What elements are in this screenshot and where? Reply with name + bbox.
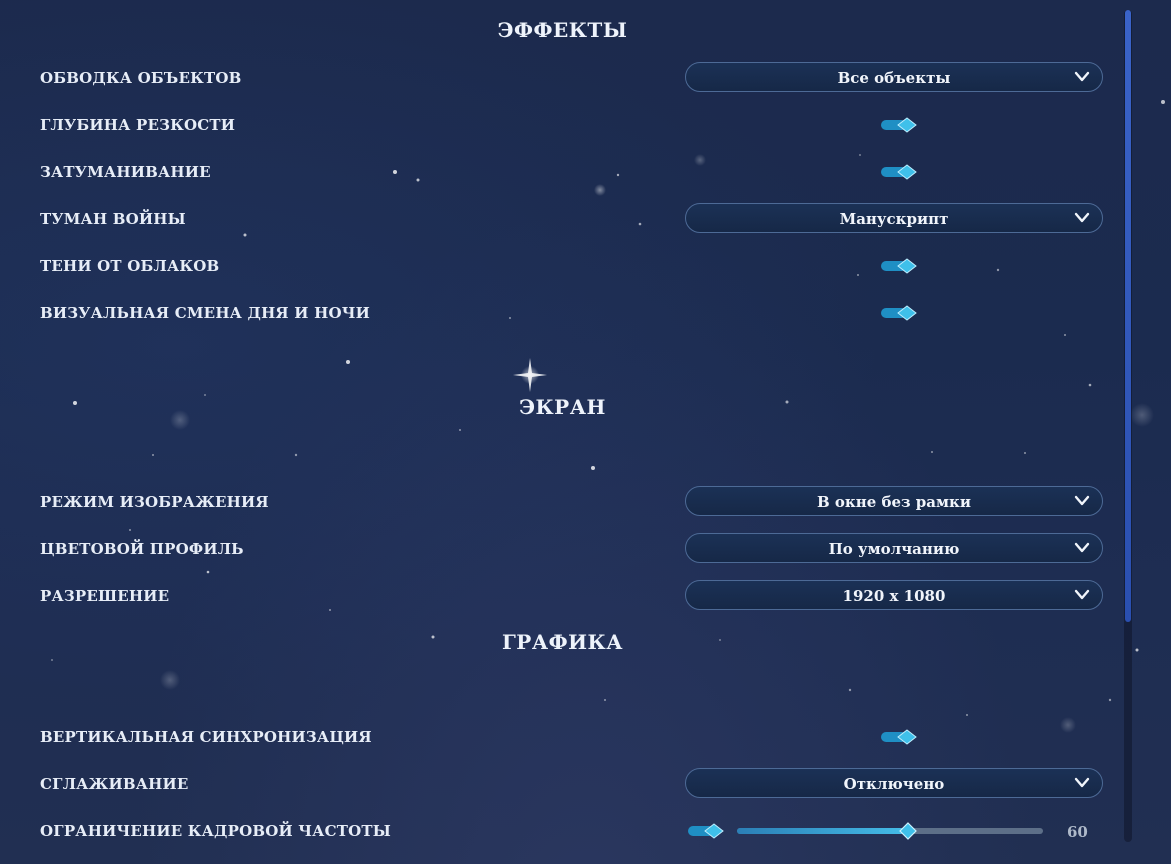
setting-label-antialiasing: СГЛАЖИВАНИЕ: [40, 775, 189, 793]
setting-label-day-night-cycle: ВИЗУАЛЬНАЯ СМЕНА ДНЯ И НОЧИ: [40, 304, 370, 322]
display-mode-dropdown[interactable]: В окне без рамки: [685, 486, 1103, 516]
chevron-down-icon: [1074, 71, 1090, 82]
antialiasing-dropdown[interactable]: Отключено: [685, 768, 1103, 798]
setting-label-vsync: ВЕРТИКАЛЬНАЯ СИНХРОНИЗАЦИЯ: [40, 728, 372, 746]
dropdown-value: По умолчанию: [828, 540, 960, 558]
section-title-effects: ЭФФЕКТЫ: [497, 18, 628, 42]
chevron-down-icon: [1074, 495, 1090, 506]
chevron-down-icon: [1074, 777, 1090, 788]
setting-label-color-profile: ЦВЕТОВОЙ ПРОФИЛЬ: [40, 540, 244, 558]
frame-rate-limit-toggle[interactable]: [687, 823, 727, 839]
day-night-cycle-toggle[interactable]: [880, 305, 920, 321]
depth-of-field-toggle[interactable]: [880, 117, 920, 133]
dropdown-value: В окне без рамки: [816, 493, 972, 511]
object-outline-dropdown[interactable]: Все объекты: [685, 62, 1103, 92]
setting-label-fog-of-war: ТУМАН ВОЙНЫ: [40, 210, 186, 228]
resolution-dropdown[interactable]: 1920 x 1080: [685, 580, 1103, 610]
scrollbar[interactable]: [1124, 10, 1132, 842]
frame-rate-slider-fill: [737, 828, 909, 834]
section-title-screen: ЭКРАН: [519, 395, 606, 419]
vsync-toggle[interactable]: [880, 729, 920, 745]
frame-rate-slider-track[interactable]: [737, 822, 1043, 840]
scrollbar-thumb[interactable]: [1125, 10, 1131, 622]
color-profile-dropdown[interactable]: По умолчанию: [685, 533, 1103, 563]
frame-rate-slider-value: 60: [1067, 823, 1088, 841]
setting-label-blur: ЗАТУМАНИВАНИЕ: [40, 163, 211, 181]
chevron-down-icon: [1074, 542, 1090, 553]
frame-rate-slider-thumb[interactable]: [899, 822, 918, 840]
dropdown-value: Манускрипт: [839, 210, 949, 228]
fog-of-war-dropdown[interactable]: Манускрипт: [685, 203, 1103, 233]
blur-toggle[interactable]: [880, 164, 920, 180]
setting-label-display-mode: РЕЖИМ ИЗОБРАЖЕНИЯ: [40, 493, 269, 511]
setting-label-cloud-shadows: ТЕНИ ОТ ОБЛАКОВ: [40, 257, 220, 275]
frame-rate-limit-control: 60: [687, 820, 1088, 842]
dropdown-value: Все объекты: [837, 69, 951, 87]
setting-label-depth-of-field: ГЛУБИНА РЕЗКОСТИ: [40, 116, 236, 134]
chevron-down-icon: [1074, 212, 1090, 223]
chevron-down-icon: [1074, 589, 1090, 600]
cloud-shadows-toggle[interactable]: [880, 258, 920, 274]
setting-label-resolution: РАЗРЕШЕНИЕ: [40, 587, 170, 605]
dropdown-value: 1920 x 1080: [842, 587, 946, 605]
setting-label-object-outline: ОБВОДКА ОБЪЕКТОВ: [40, 69, 242, 87]
section-title-graphics: ГРАФИКА: [502, 630, 623, 654]
setting-label-frame-rate-limit: ОГРАНИЧЕНИЕ КАДРОВОЙ ЧАСТОТЫ: [40, 822, 391, 840]
dropdown-value: Отключено: [843, 775, 945, 793]
